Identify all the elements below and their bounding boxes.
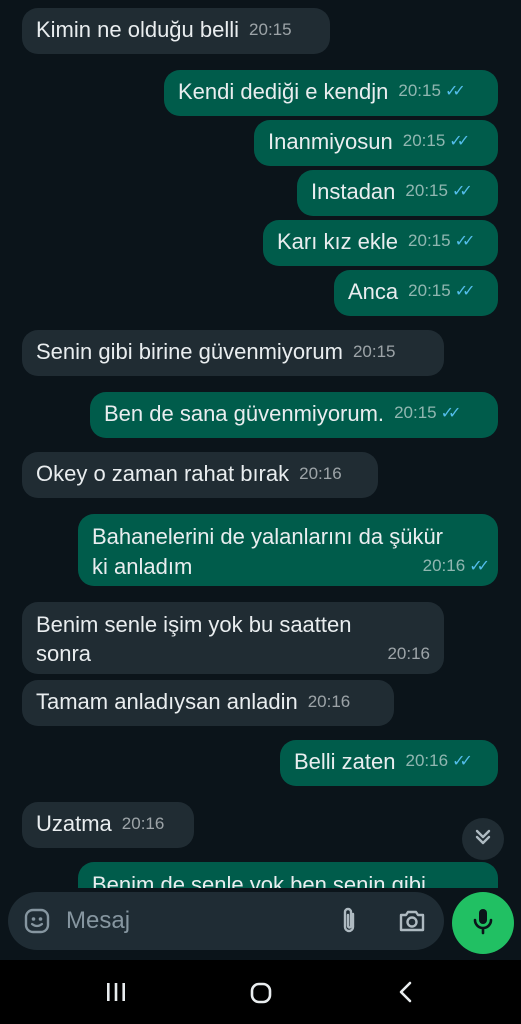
message-text: Senin gibi birine güvenmiyorum: [36, 339, 343, 364]
message-outgoing[interactable]: Anca 20:15 ✓✓: [334, 270, 498, 316]
voice-record-button[interactable]: [452, 892, 514, 954]
message-time: 20:15: [408, 281, 451, 300]
message-meta: 20:15 ✓✓: [405, 176, 473, 206]
message-text: Benim de senle yok ben senin gibi: [92, 872, 426, 888]
message-incoming[interactable]: Senin gibi birine güvenmiyorum 20:15: [22, 330, 444, 376]
sticker-icon[interactable]: [22, 906, 52, 936]
message-meta: 20:15 ✓✓: [402, 126, 470, 156]
message-time: 20:16: [307, 692, 351, 711]
message-time: 20:15: [402, 131, 446, 150]
read-ticks-icon: ✓✓: [451, 183, 473, 200]
message-time: 20:16: [299, 464, 342, 483]
back-icon[interactable]: [392, 978, 420, 1006]
message-text: Uzatma: [36, 811, 112, 836]
message-incoming[interactable]: Tamam anladıysan anladin 20:16: [22, 680, 394, 726]
message-text: Anca: [348, 279, 399, 304]
message-input[interactable]: Mesaj: [66, 907, 130, 935]
message-time: 20:16: [422, 556, 466, 575]
message-outgoing[interactable]: Inanmiyosun 20:15 ✓✓: [254, 120, 498, 166]
message-time: 20:16: [405, 751, 449, 770]
message-meta: 20:16 ✓✓: [422, 551, 490, 581]
message-text-line: Benim senle işim yok bu saatten: [36, 612, 352, 637]
message-text: Okey o zaman rahat bırak: [36, 461, 290, 486]
message-text-line: Bahanelerini de yalanlarını da şükür: [92, 524, 444, 549]
message-text: Tamam anladıysan anladin: [36, 689, 298, 714]
message-outgoing[interactable]: Instadan 20:15 ✓✓: [297, 170, 498, 216]
message-text: Karı kız ekle: [277, 229, 399, 254]
message-text: Ben de sana güvenmiyorum.: [104, 401, 385, 426]
camera-icon[interactable]: [396, 906, 428, 936]
message-outgoing[interactable]: Kendi dediği e kendjn 20:15 ✓✓: [164, 70, 498, 116]
message-time: 20:16: [387, 644, 430, 663]
read-ticks-icon: ✓✓: [454, 233, 476, 250]
message-text: Instadan: [311, 179, 396, 204]
message-meta: 20:15 ✓✓: [408, 226, 476, 256]
read-ticks-icon: ✓✓: [440, 405, 462, 422]
message-time: 20:15: [398, 81, 441, 100]
message-meta: 20:16 ✓✓: [405, 746, 473, 776]
message-incoming[interactable]: Okey o zaman rahat bırak 20:16: [22, 452, 378, 498]
read-ticks-icon: ✓✓: [454, 283, 476, 300]
paperclip-icon[interactable]: [334, 905, 364, 937]
message-time: 20:16: [121, 814, 165, 833]
message-text-line: sonra: [36, 641, 92, 666]
scroll-to-bottom-button[interactable]: [462, 818, 504, 860]
message-meta: 20:15 ✓✓: [398, 76, 466, 106]
message-text-line: ki anladım: [92, 554, 193, 579]
message-outgoing[interactable]: Ben de sana güvenmiyorum. 20:15 ✓✓: [90, 392, 498, 438]
double-chevron-down-icon: [472, 826, 494, 853]
home-icon[interactable]: [246, 978, 276, 1008]
message-outgoing[interactable]: Karı kız ekle 20:15 ✓✓: [263, 220, 498, 266]
message-incoming[interactable]: Uzatma 20:16: [22, 802, 194, 848]
system-nav-bar: [0, 960, 521, 1024]
message-time: 20:15: [405, 181, 448, 200]
message-outgoing[interactable]: Benim de senle yok ben senin gibi: [78, 862, 498, 888]
message-incoming[interactable]: Benim senle işim yok bu saatten sonra 20…: [22, 602, 444, 674]
message-incoming[interactable]: Kimin ne olduğu belli 20:15: [22, 8, 330, 54]
message-time: 20:15: [249, 20, 292, 39]
message-text: Belli zaten: [294, 749, 396, 774]
message-time: 20:15: [394, 403, 437, 422]
message-text: Kimin ne olduğu belli: [36, 17, 240, 42]
read-ticks-icon: ✓✓: [469, 558, 490, 575]
recent-apps-icon[interactable]: [102, 978, 130, 1006]
message-time: 20:15: [408, 231, 451, 250]
message-outgoing[interactable]: Bahanelerini de yalanlarını da şükür ki …: [78, 514, 498, 586]
message-meta: 20:15 ✓✓: [408, 276, 476, 306]
chat-area: Kimin ne olduğu belli 20:15 Kendi dediği…: [0, 0, 521, 888]
read-ticks-icon: ✓✓: [444, 83, 466, 100]
message-outgoing[interactable]: Belli zaten 20:16 ✓✓: [280, 740, 498, 786]
message-text: Inanmiyosun: [268, 129, 393, 154]
message-text: Kendi dediği e kendjn: [178, 79, 389, 104]
message-composer[interactable]: Mesaj: [8, 892, 444, 950]
message-time: 20:15: [352, 342, 396, 361]
message-meta: 20:15 ✓✓: [394, 398, 462, 428]
read-ticks-icon: ✓✓: [452, 753, 473, 770]
read-ticks-icon: ✓✓: [449, 133, 470, 150]
microphone-icon: [470, 906, 496, 941]
